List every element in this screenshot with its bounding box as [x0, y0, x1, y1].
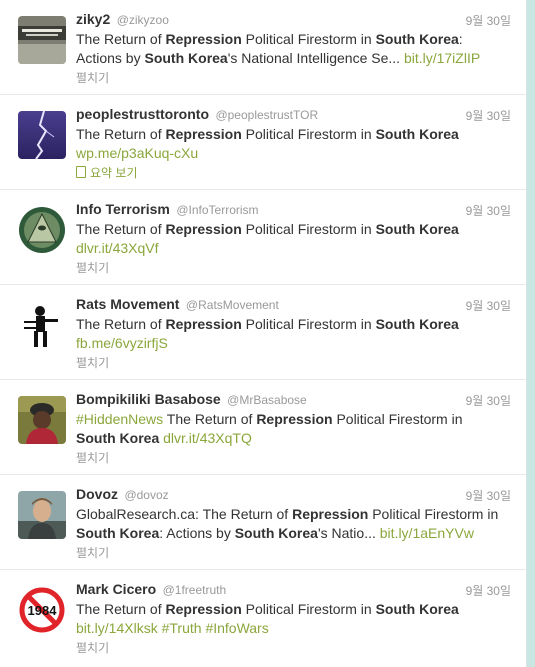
expand-link[interactable]: 펼치기	[76, 69, 514, 87]
keyword: South Korea	[375, 31, 459, 47]
text-part: The Return of	[76, 316, 166, 332]
fullname[interactable]: ziky2	[76, 11, 110, 27]
tweet-link[interactable]: fb.me/6vyzirfjS	[76, 335, 168, 351]
expand-link[interactable]: 펼치기	[76, 354, 514, 372]
fullname[interactable]: peoplestrusttoronto	[76, 106, 209, 122]
keyword: South Korea	[375, 316, 459, 332]
tweet-link[interactable]: wp.me/p3aKuq-cXu	[76, 145, 198, 161]
keyword: Repression	[165, 316, 242, 332]
fullname[interactable]: Rats Movement	[76, 296, 179, 312]
summary-label: 요약 보기	[90, 166, 138, 180]
document-icon	[76, 166, 86, 178]
hashtag-link[interactable]: #Truth	[162, 620, 202, 636]
expand-link[interactable]: 펼치기	[76, 449, 514, 467]
tweet-text: GlobalResearch.ca: The Return of Repress…	[76, 505, 506, 543]
tweet[interactable]: 9월 30일 Dovoz @dovoz GlobalResearch.ca: T…	[0, 475, 526, 570]
text-part: Political Firestorm in	[241, 126, 376, 142]
hashtag-link[interactable]: #HiddenNews	[76, 411, 163, 427]
keyword: South Korea	[76, 525, 160, 541]
avatar[interactable]	[18, 206, 66, 254]
keyword: South Korea	[144, 50, 228, 66]
keyword: South Korea	[375, 126, 459, 142]
tweet[interactable]: 9월 30일 Bompikiliki Basabose @MrBasabose …	[0, 380, 526, 475]
avatar[interactable]	[18, 491, 66, 539]
username[interactable]: @InfoTerrorism	[176, 203, 258, 217]
summary-link[interactable]: 요약 보기	[76, 164, 514, 182]
timestamp[interactable]: 9월 30일	[466, 107, 511, 124]
expand-link[interactable]: 펼치기	[76, 259, 514, 277]
avatar[interactable]	[18, 111, 66, 159]
username[interactable]: @peoplestrustTOR	[215, 108, 318, 122]
keyword: South Korea	[234, 525, 318, 541]
tweet[interactable]: 9월 30일 ziky2 @zikyzoo The Return of Repr…	[0, 0, 526, 95]
timestamp[interactable]: 9월 30일	[466, 297, 511, 314]
tweet-link[interactable]: bit.ly/14Xlksk	[76, 620, 158, 636]
tweet[interactable]: 1984 9월 30일 Mark Cicero @1freetruth The …	[0, 570, 526, 665]
fullname[interactable]: Dovoz	[76, 486, 118, 502]
text-part: GlobalResearch.ca: The Return of	[76, 506, 293, 522]
avatar[interactable]	[18, 16, 66, 64]
fullname[interactable]: Info Terrorism	[76, 201, 170, 217]
keyword: Repression	[165, 601, 242, 617]
fullname[interactable]: Mark Cicero	[76, 581, 156, 597]
avatar[interactable]	[18, 396, 66, 444]
keyword: Repression	[165, 221, 242, 237]
text-part: Political Firestorm in	[241, 221, 376, 237]
text-part: Political Firestorm in	[332, 411, 463, 427]
text-part: Political Firestorm in	[368, 506, 499, 522]
keyword: South Korea	[375, 601, 459, 617]
expand-link[interactable]: 펼치기	[76, 544, 514, 562]
fullname[interactable]: Bompikiliki Basabose	[76, 391, 221, 407]
tweet-text: The Return of Repression Political Fires…	[76, 30, 506, 68]
text-part: The Return of	[76, 601, 166, 617]
keyword: Repression	[165, 31, 242, 47]
text-part: The Return of	[76, 126, 166, 142]
keyword: Repression	[292, 506, 369, 522]
expand-link[interactable]: 펼치기	[76, 639, 514, 657]
username[interactable]: @RatsMovement	[186, 298, 279, 312]
tweet[interactable]: 9월 30일 peoplestrusttoronto @peoplestrust…	[0, 95, 526, 190]
username[interactable]: @dovoz	[124, 488, 168, 502]
tweet-text: The Return of Repression Political Fires…	[76, 600, 506, 638]
text-part: Political Firestorm in	[241, 601, 376, 617]
text-part: The Return of	[76, 221, 166, 237]
avatar[interactable]	[18, 301, 66, 349]
keyword: Repression	[256, 411, 333, 427]
tweet-stream: 9월 30일 ziky2 @zikyzoo The Return of Repr…	[0, 0, 527, 667]
username[interactable]: @1freetruth	[163, 583, 227, 597]
timestamp[interactable]: 9월 30일	[466, 487, 511, 504]
hashtag-link[interactable]: #InfoWars	[205, 620, 268, 636]
avatar[interactable]: 1984	[18, 586, 66, 634]
text-part: : Actions by	[159, 525, 235, 541]
text-part: Political Firestorm in	[241, 316, 376, 332]
username[interactable]: @MrBasabose	[227, 393, 307, 407]
avatar-1984-text: 1984	[28, 603, 58, 618]
timestamp[interactable]: 9월 30일	[466, 582, 511, 599]
timestamp[interactable]: 9월 30일	[466, 202, 511, 219]
tweet-link[interactable]: dlvr.it/43XqVf	[76, 240, 159, 256]
tweet-text: The Return of Repression Political Fires…	[76, 125, 506, 163]
keyword: Repression	[165, 126, 242, 142]
tweet-text: The Return of Repression Political Fires…	[76, 315, 506, 353]
text-part: The Return of	[76, 31, 166, 47]
tweet[interactable]: 9월 30일 Rats Movement @RatsMovement The R…	[0, 285, 526, 380]
keyword: South Korea	[375, 221, 459, 237]
text-part: The Return of	[163, 411, 257, 427]
tweet-link[interactable]: dlvr.it/43XqTQ	[163, 430, 252, 446]
tweet-link[interactable]: bit.ly/17iZlIP	[404, 50, 480, 66]
keyword: South Korea	[76, 430, 160, 446]
text-part: Political Firestorm in	[241, 31, 376, 47]
timestamp[interactable]: 9월 30일	[466, 12, 511, 29]
username[interactable]: @zikyzoo	[117, 13, 169, 27]
tweet-text: The Return of Repression Political Fires…	[76, 220, 506, 258]
timestamp[interactable]: 9월 30일	[466, 392, 511, 409]
text-part: 's National Intelligence Se...	[227, 50, 404, 66]
tweet[interactable]: 9월 30일 Info Terrorism @InfoTerrorism The…	[0, 190, 526, 285]
text-part: 's Natio...	[317, 525, 380, 541]
tweet-link[interactable]: bit.ly/1aEnYVw	[380, 525, 474, 541]
tweet-text: #HiddenNews The Return of Repression Pol…	[76, 410, 506, 448]
